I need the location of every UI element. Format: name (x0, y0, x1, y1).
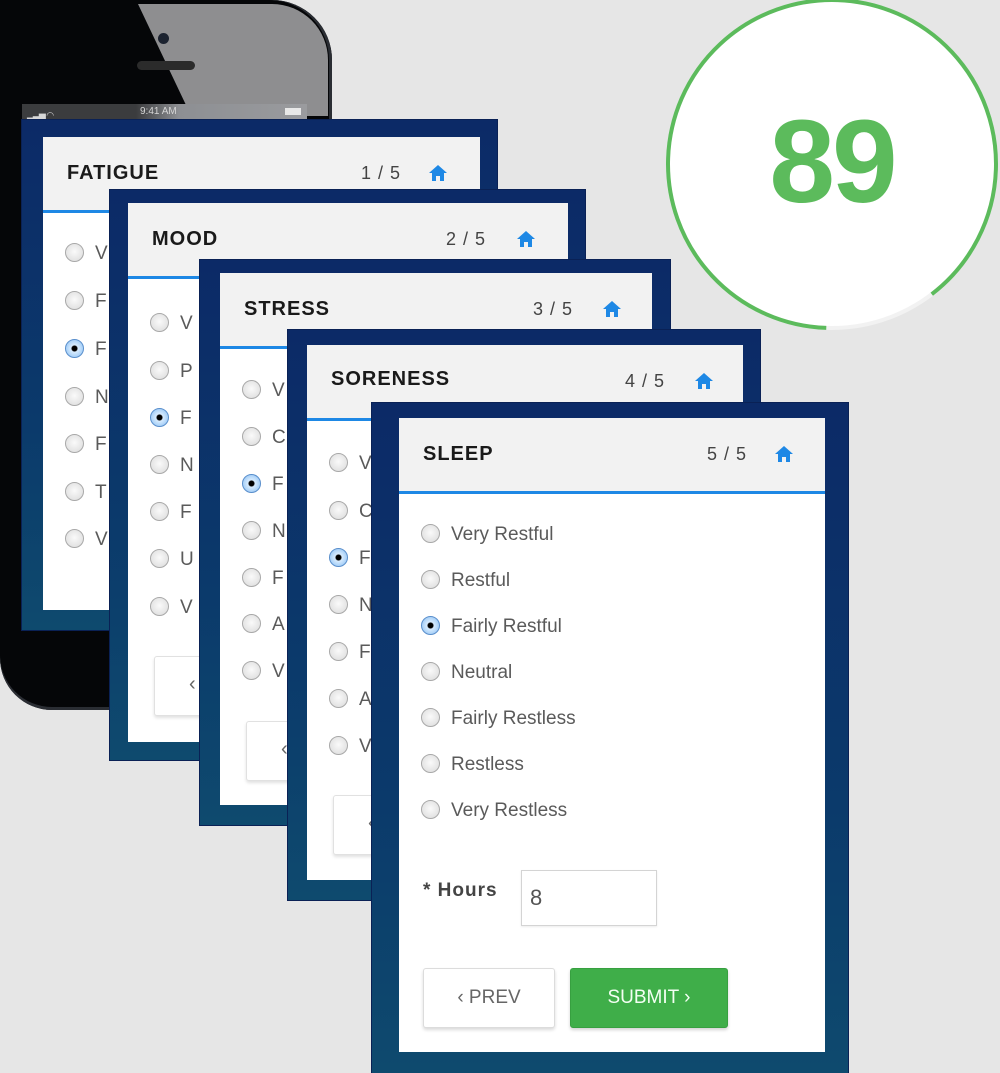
step-counter: 3 / 5 (533, 299, 574, 319)
radio-button[interactable] (242, 568, 261, 587)
radio-button[interactable] (329, 595, 348, 614)
radio-button[interactable] (65, 482, 84, 501)
card-title: SLEEP (423, 443, 494, 465)
step-counter: 1 / 5 (361, 163, 402, 183)
score-gauge: 89 (664, 0, 1000, 332)
card-header: SLEEP 5 / 5 (399, 418, 825, 494)
radio-button-selected[interactable] (65, 339, 84, 358)
battery-icon (285, 108, 301, 115)
home-icon[interactable] (694, 372, 714, 390)
radio-button-selected[interactable] (242, 474, 261, 493)
radio-button[interactable] (421, 754, 440, 773)
submit-button[interactable]: SUBMIT › (570, 968, 728, 1028)
card-title: SORENESS (331, 368, 451, 390)
step-counter: 5 / 5 (707, 444, 748, 464)
hours-input[interactable] (521, 870, 657, 926)
radio-button-selected[interactable] (421, 616, 440, 635)
home-icon[interactable] (774, 445, 794, 463)
radio-button[interactable] (421, 662, 440, 681)
radio-button-selected[interactable] (150, 408, 169, 427)
status-bar: ▂▃▅ ◠ 9:41 AM (22, 104, 307, 120)
radio-button[interactable] (242, 614, 261, 633)
radio-button-selected[interactable] (329, 548, 348, 567)
radio-button[interactable] (242, 427, 261, 446)
radio-button[interactable] (242, 521, 261, 540)
score-value: 89 (769, 96, 897, 228)
home-icon[interactable] (428, 164, 448, 182)
step-counter: 2 / 5 (446, 229, 487, 249)
earpiece-speaker-icon (137, 61, 195, 70)
card-title: MOOD (152, 228, 219, 250)
front-camera-icon (158, 33, 169, 44)
card-title: STRESS (244, 298, 331, 320)
radio-button[interactable] (421, 570, 440, 589)
radio-button[interactable] (421, 708, 440, 727)
radio-button[interactable] (150, 313, 169, 332)
radio-button[interactable] (65, 529, 84, 548)
radio-button[interactable] (242, 661, 261, 680)
radio-button[interactable] (329, 453, 348, 472)
phone-glass-reflection (138, 4, 328, 116)
card-title: FATIGUE (67, 162, 160, 184)
card-panel: SLEEP 5 / 5 Very Restful Restful Fairly … (399, 418, 825, 1052)
radio-button[interactable] (329, 689, 348, 708)
radio-button[interactable] (150, 597, 169, 616)
radio-button[interactable] (65, 243, 84, 262)
hours-label: * Hours (423, 880, 498, 901)
radio-button[interactable] (421, 524, 440, 543)
home-icon[interactable] (602, 300, 622, 318)
status-time: 9:41 AM (140, 106, 177, 117)
radio-button[interactable] (242, 380, 261, 399)
radio-button[interactable] (150, 455, 169, 474)
radio-button[interactable] (150, 361, 169, 380)
step-counter: 4 / 5 (625, 371, 666, 391)
radio-button[interactable] (150, 502, 169, 521)
radio-button[interactable] (65, 434, 84, 453)
radio-button[interactable] (329, 501, 348, 520)
radio-button[interactable] (329, 736, 348, 755)
prev-button[interactable]: ‹ PREV (423, 968, 555, 1028)
home-icon[interactable] (516, 230, 536, 248)
radio-button[interactable] (150, 549, 169, 568)
radio-button[interactable] (329, 642, 348, 661)
radio-button[interactable] (65, 387, 84, 406)
survey-card-sleep: SLEEP 5 / 5 Very Restful Restful Fairly … (372, 403, 848, 1073)
radio-button[interactable] (65, 291, 84, 310)
radio-button[interactable] (421, 800, 440, 819)
